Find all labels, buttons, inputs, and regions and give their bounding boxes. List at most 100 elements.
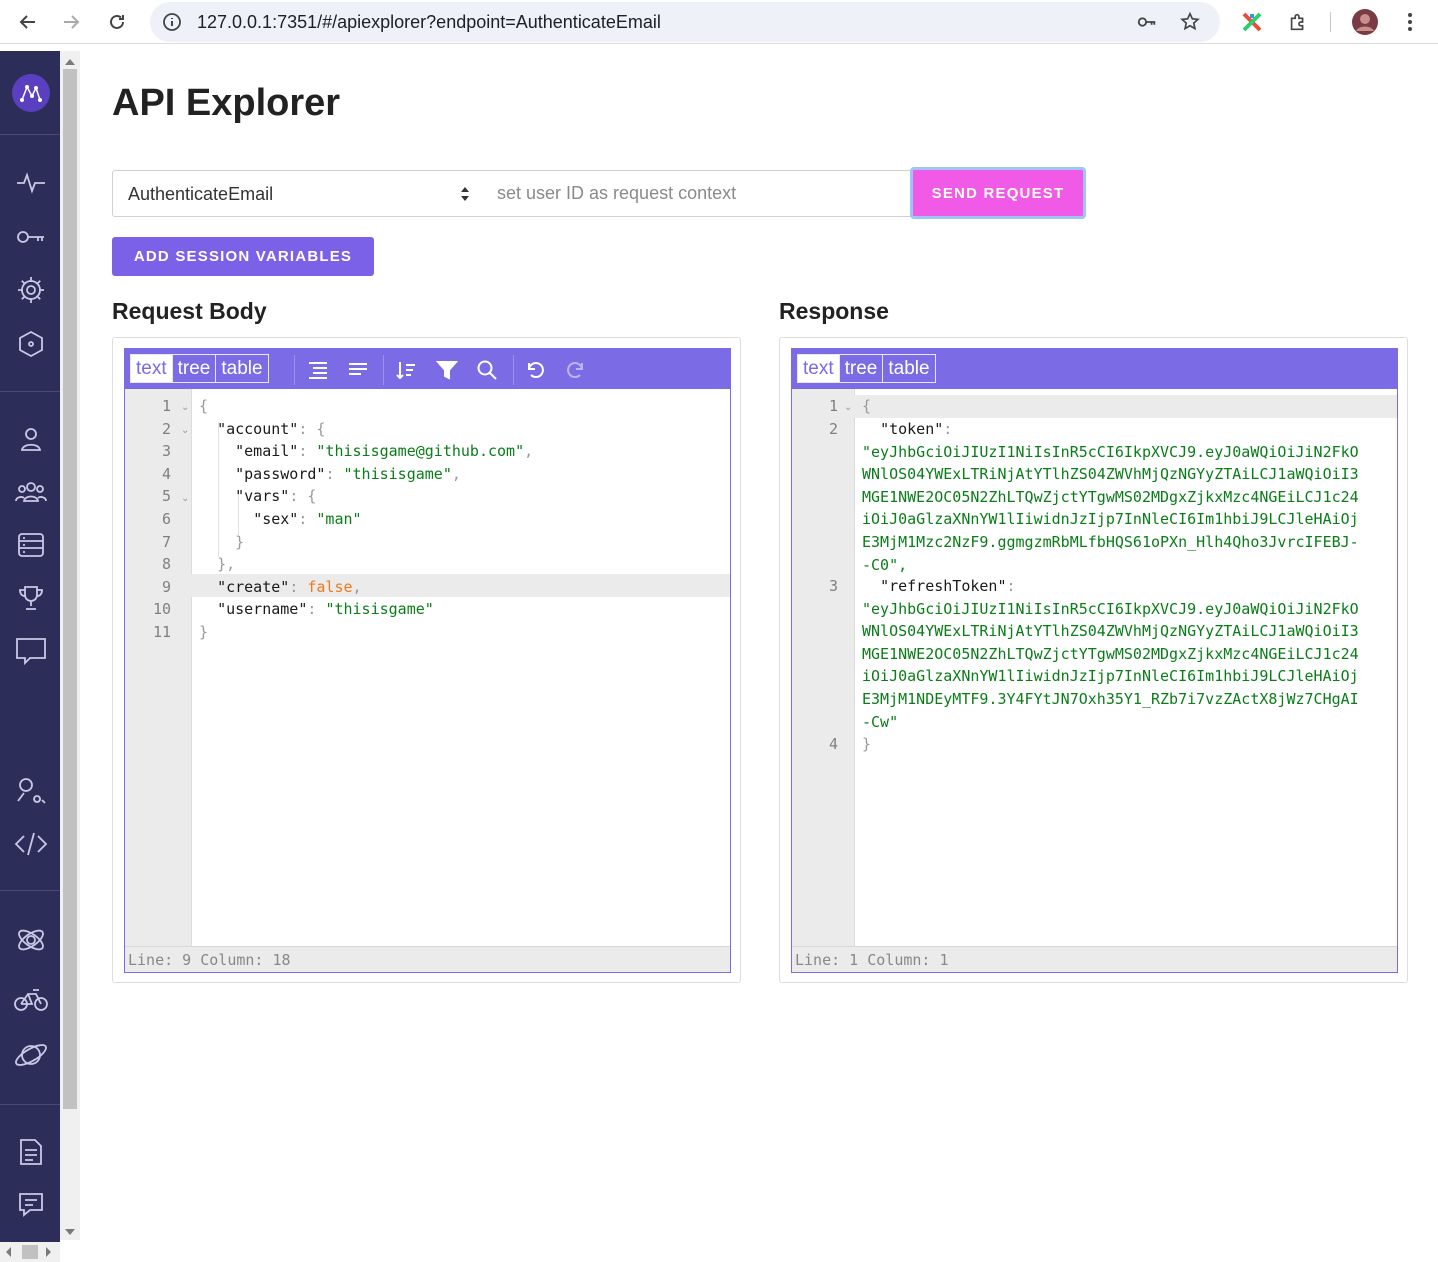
token-key: "token" [880, 420, 944, 438]
refresh-token-key: "refreshToken" [880, 577, 1007, 595]
filter-icon [436, 361, 458, 380]
sort-button[interactable] [393, 357, 419, 383]
token-value-line: E3MjM1NDEyMTF9.3Y4FYtJN7Oxh35Y1_RZb7i7vz… [862, 690, 1359, 708]
address-bar[interactable]: 127.0.0.1:7351/#/apiexplorer?endpoint=Au… [150, 2, 1220, 42]
token-value-line: E3MjM1Mzc2NzF9.ggmgzmRbMLfbHQS61oPXn_Hlh… [862, 533, 1359, 551]
sidebar-divider [0, 134, 60, 135]
sidebar-item-feedback[interactable] [10, 1185, 52, 1225]
line-number: 6 [161, 510, 171, 528]
fold-toggle-icon[interactable]: ⌄ [181, 402, 189, 413]
editor-statusbar: Line: 9 Column: 18 [125, 946, 730, 972]
user-id-input[interactable] [482, 170, 912, 217]
sidebar-item-satori[interactable] [10, 920, 52, 960]
sidebar-divider [0, 1104, 60, 1105]
response-code-area[interactable]: 1 ⌄ { 2 "token": "eyJhbGciOiJIUzI1NiIsIn… [792, 389, 1397, 946]
nakama-logo[interactable] [10, 73, 52, 113]
group-icon [15, 482, 47, 502]
mode-tree[interactable]: tree [173, 355, 217, 382]
compact-button[interactable] [345, 357, 371, 383]
mode-switch: text tree table [130, 354, 269, 383]
sort-icon [396, 362, 415, 380]
toolbar-divider [383, 355, 384, 385]
scrollbar-thumb[interactable] [63, 69, 77, 1109]
response-json-editor[interactable]: text tree table 1 ⌄ { 2 "token": "eyJhbG… [791, 348, 1398, 973]
mode-table[interactable]: table [883, 355, 934, 382]
avatar-icon [1352, 9, 1378, 35]
key-icon [17, 231, 44, 243]
browser-menu-button[interactable] [1396, 8, 1424, 36]
mode-tree[interactable]: tree [840, 355, 884, 382]
hexagon-icon [19, 330, 43, 358]
back-button[interactable] [14, 8, 42, 36]
sidebar-item-chat[interactable] [10, 631, 52, 671]
fold-toggle-icon[interactable]: ⌄ [844, 402, 852, 413]
extensions-button[interactable] [1284, 8, 1312, 36]
scroll-down-arrow[interactable] [65, 1229, 75, 1235]
site-info-icon[interactable] [162, 12, 182, 32]
fold-toggle-icon[interactable]: ⌄ [181, 425, 189, 436]
code-line: "refreshToken": [880, 577, 1016, 595]
request-body-title: Request Body [112, 298, 267, 324]
endpoint-select[interactable]: AuthenticateEmail [112, 170, 483, 217]
format-button[interactable] [305, 357, 331, 383]
fold-toggle-icon[interactable]: ⌄ [181, 493, 189, 504]
request-code-area[interactable]: 1 {2 "account": {3 "email": "thisisgame@g… [125, 389, 730, 946]
compact-icon [349, 363, 367, 375]
undo-button[interactable] [522, 357, 548, 383]
endpoint-selected-value: AuthenticateEmail [128, 184, 274, 204]
extension-button[interactable] [1238, 8, 1266, 36]
editor-toolbar: text tree table [125, 349, 730, 389]
sidebar-item-storage[interactable] [10, 525, 52, 565]
sidebar-item-api-explorer[interactable] [10, 824, 52, 864]
password-key-icon[interactable] [1136, 11, 1158, 33]
redo-button[interactable] [563, 357, 589, 383]
reload-button[interactable] [103, 8, 131, 36]
token-value-line: WNlOS04YWExLTRiNjAtYTlhZS04ZWVhMjQzNGYyZ… [862, 622, 1359, 641]
filter-button[interactable] [434, 357, 460, 383]
logo-icon [12, 74, 50, 112]
bookmark-star-icon[interactable] [1179, 11, 1201, 33]
search-button[interactable] [474, 357, 500, 383]
sidebar-item-leaderboards[interactable] [10, 578, 52, 618]
add-session-variables-button[interactable]: ADD SESSION VARIABLES [112, 237, 374, 276]
code-line: "username": "thisisgame" [217, 600, 434, 619]
sidebar-item-configuration[interactable] [10, 270, 52, 310]
sidebar-item-hiro[interactable] [10, 979, 52, 1019]
sidebar-item-status[interactable] [10, 163, 52, 203]
scroll-left-arrow[interactable] [6, 1247, 11, 1257]
sidebar-item-player-lookup[interactable] [10, 770, 52, 810]
page-scrollbar[interactable] [60, 51, 80, 1240]
mode-text[interactable]: text [798, 355, 840, 382]
scroll-up-arrow[interactable] [65, 59, 75, 65]
token-value-line: MGE1NWE2OC05N2ZhLTQwZjctYTgwMS02MDgxZjkx… [862, 644, 1359, 663]
send-request-button[interactable]: SEND REQUEST [910, 167, 1086, 219]
toolbar-divider [513, 355, 514, 385]
line-number: 1 [828, 397, 838, 415]
browser-toolbar: 127.0.0.1:7351/#/apiexplorer?endpoint=Au… [0, 0, 1438, 44]
code-icon [14, 832, 48, 856]
forward-button[interactable] [57, 8, 85, 36]
sidebar-item-runtime-modules[interactable] [10, 324, 52, 364]
code-line: "email": "thisisgame@github.com", [235, 442, 534, 461]
response-panel: text tree table 1 ⌄ { 2 "token": "eyJhbG… [779, 337, 1408, 983]
sidebar-item-groups[interactable] [10, 472, 52, 512]
code-line: "token": [880, 420, 953, 438]
sidebar-item-heroic-cloud[interactable] [10, 1035, 52, 1075]
sidebar-item-accounts[interactable] [10, 419, 52, 459]
trophy-icon [19, 586, 43, 610]
code-line: } [199, 623, 209, 641]
profile-avatar[interactable] [1351, 8, 1379, 36]
code-line: "create": false, [217, 577, 362, 596]
scroll-right-arrow[interactable] [46, 1247, 51, 1257]
sidebar-item-documentation[interactable] [10, 1132, 52, 1172]
line-number-gutter [792, 389, 855, 946]
mode-table[interactable]: table [216, 355, 267, 382]
sidebar-item-users-keys[interactable] [10, 217, 52, 257]
request-json-editor[interactable]: text tree table 1 {2 "account": {3 "em… [124, 348, 731, 973]
horizontal-scrollbar[interactable] [0, 1242, 60, 1262]
line-number: 4 [161, 464, 171, 483]
horizontal-scroll-thumb[interactable] [22, 1245, 38, 1259]
gear-icon [18, 277, 44, 303]
search-icon [477, 360, 497, 380]
mode-text[interactable]: text [131, 355, 173, 382]
